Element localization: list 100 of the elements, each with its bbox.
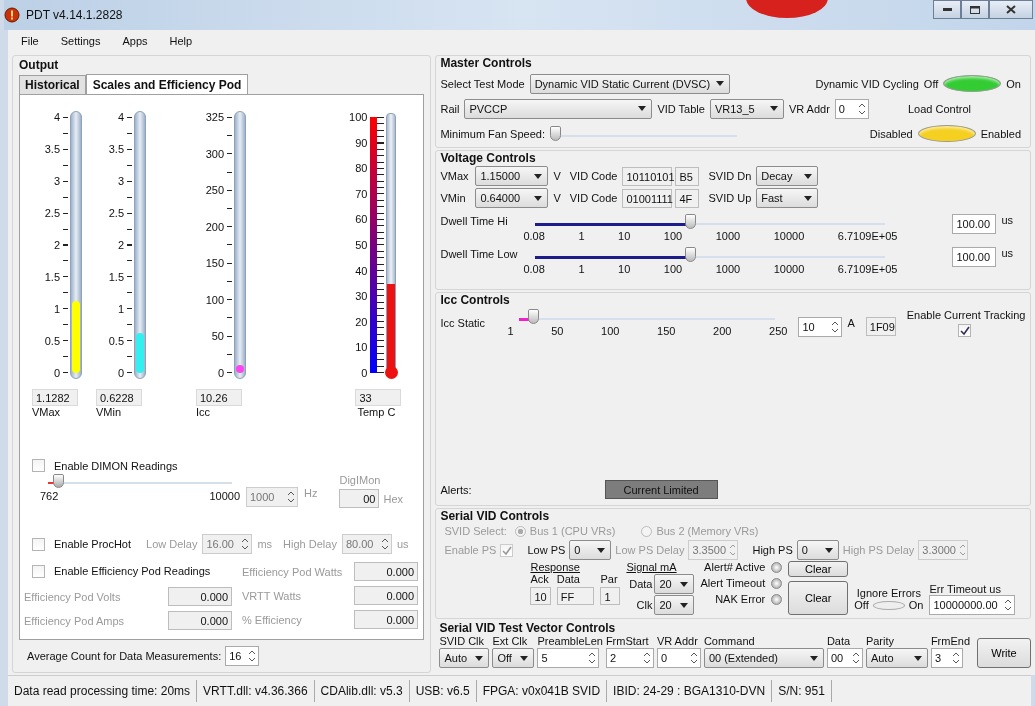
menu-item[interactable]: Apps [111, 35, 159, 47]
status-bar-item: USB: v6.5 [409, 680, 477, 702]
unit-label: V [553, 170, 561, 183]
tick-label: 10000 [773, 263, 805, 276]
app-icon [4, 7, 20, 23]
minimize-button[interactable] [933, 0, 961, 19]
tick-label: 250 [769, 325, 788, 338]
icc-static-spinbox[interactable]: 10 [798, 317, 843, 338]
vector-spinbox[interactable]: 2 [605, 648, 654, 669]
tick-label: 50 [355, 238, 368, 251]
vector-spinbox[interactable]: 0 [656, 648, 701, 669]
tick-label: 1 [578, 230, 585, 243]
caret-icon [715, 81, 724, 86]
close-button[interactable] [989, 0, 1033, 19]
tick-label: 2 [53, 239, 60, 251]
unit-label: V [553, 192, 561, 205]
field-label: % Efficiency [242, 613, 302, 626]
tick-label: 80 [355, 162, 368, 175]
vector-spinbox[interactable]: 3 [930, 648, 963, 669]
tick-label: 100 [349, 111, 368, 123]
status-bar-item: Data read processing time: 20ms [8, 680, 198, 702]
svid-dropdown[interactable]: Decay [756, 166, 819, 187]
field-label: Clk [635, 599, 653, 612]
caret-icon [680, 602, 689, 608]
menu-item[interactable]: Help [158, 35, 204, 47]
maximize-button[interactable] [961, 0, 989, 19]
status-bar-item: S/N: 951 [772, 680, 832, 702]
spinner-arrows-icon [248, 649, 257, 663]
field-label: Command [703, 635, 756, 648]
tick-label: 1 [117, 303, 124, 315]
field-label: Efficiency Pod Watts [242, 565, 343, 578]
field-label: VID Code [569, 192, 618, 205]
spinner-arrows-icon [241, 537, 250, 551]
vid-hex-field: 4F [675, 188, 700, 208]
group-label: Signal mA [626, 561, 678, 574]
field-label: SVID Dn [708, 170, 752, 183]
menu-item[interactable]: Settings [49, 35, 112, 47]
caret-icon [597, 547, 606, 553]
field-label: VMax [440, 170, 470, 183]
tick-label: 3.5 [108, 143, 124, 155]
field-label: High PS Delay [842, 544, 915, 557]
tick-label: 1.5 [108, 271, 124, 283]
caret-icon [520, 655, 529, 661]
gauge-label: VMax [32, 406, 62, 418]
toggle-switch[interactable] [943, 75, 1002, 92]
tick-label: 3 [53, 175, 60, 187]
svid-dropdown[interactable]: Fast [756, 188, 819, 209]
field-label: Ack [530, 573, 550, 586]
tick-label: 60 [355, 213, 368, 226]
section-title: Serial VID Controls [440, 509, 551, 524]
field-label: High Delay [283, 538, 337, 550]
readout-field: 0.000 [354, 610, 418, 629]
digimon-field: 00 [339, 489, 380, 508]
average-count-spinbox[interactable]: 16 [225, 646, 260, 666]
vector-dropdown[interactable]: Auto [439, 648, 490, 669]
section-title: Output [19, 58, 60, 72]
dwell-time-spinbox[interactable]: 100.00 [952, 247, 997, 268]
unit-label: Hex [383, 492, 403, 505]
test-mode-dropdown[interactable]: Dynamic VID Static Current (DVSC) [529, 73, 730, 94]
tick-label: 4 [117, 111, 124, 123]
field-label: Par [600, 573, 619, 586]
alert-label: NAK Error [715, 593, 766, 606]
toggle-label: Off [854, 599, 869, 612]
readout-field: 0.000 [354, 586, 418, 605]
readout-field: 0.000 [354, 562, 418, 581]
toggle-switch[interactable] [917, 125, 976, 142]
tick-label: 70 [355, 187, 368, 200]
tab[interactable]: Scales and Efficiency Pod [85, 74, 249, 94]
vid-code-field: 10110101 [622, 166, 673, 186]
field-label: Minimum Fan Speed: [440, 127, 545, 140]
section-title: Master Controls [440, 56, 533, 70]
rail-dropdown[interactable]: PVCCP [464, 98, 653, 119]
vid-table-dropdown[interactable]: VR13_5 [709, 98, 784, 119]
gauge-readout: 10.26 [196, 389, 242, 406]
dwell-time-spinbox[interactable]: 100.00 [952, 214, 997, 235]
tick-label: 150 [657, 325, 676, 338]
caret-icon [804, 173, 813, 179]
vector-spinbox[interactable]: 00 [826, 648, 863, 669]
field-label: DigIMon [339, 474, 382, 486]
field-label: FrmEnd [930, 635, 970, 648]
icc-hex-field: 1F09 [865, 317, 896, 337]
voltage-dropdown[interactable]: 0.64000 [475, 188, 549, 209]
tick-label: 150 [205, 257, 224, 270]
vector-dropdown[interactable]: Auto [865, 648, 928, 669]
vector-dropdown[interactable]: 00 (Extended) [703, 648, 824, 669]
tab[interactable]: Historical [19, 75, 86, 94]
tick-label: 0.5 [108, 335, 124, 347]
vector-dropdown[interactable]: Off [492, 648, 535, 669]
write-button[interactable]: Write [977, 638, 1031, 669]
vr-addr-spinbox[interactable]: 0 [834, 98, 869, 119]
tick-label: 1 [507, 325, 514, 338]
voltage-dropdown[interactable]: 1.15000 [475, 166, 549, 187]
tick-label: 10 [618, 263, 631, 276]
spinner-arrows-icon [951, 651, 960, 666]
vector-spinbox[interactable]: 5 [537, 648, 600, 669]
checkbox[interactable] [957, 324, 971, 338]
menu-item[interactable]: File [10, 35, 50, 47]
spinner-arrows-icon [380, 537, 389, 551]
field-label: VMin [440, 192, 467, 205]
tick-label: 200 [713, 325, 732, 338]
